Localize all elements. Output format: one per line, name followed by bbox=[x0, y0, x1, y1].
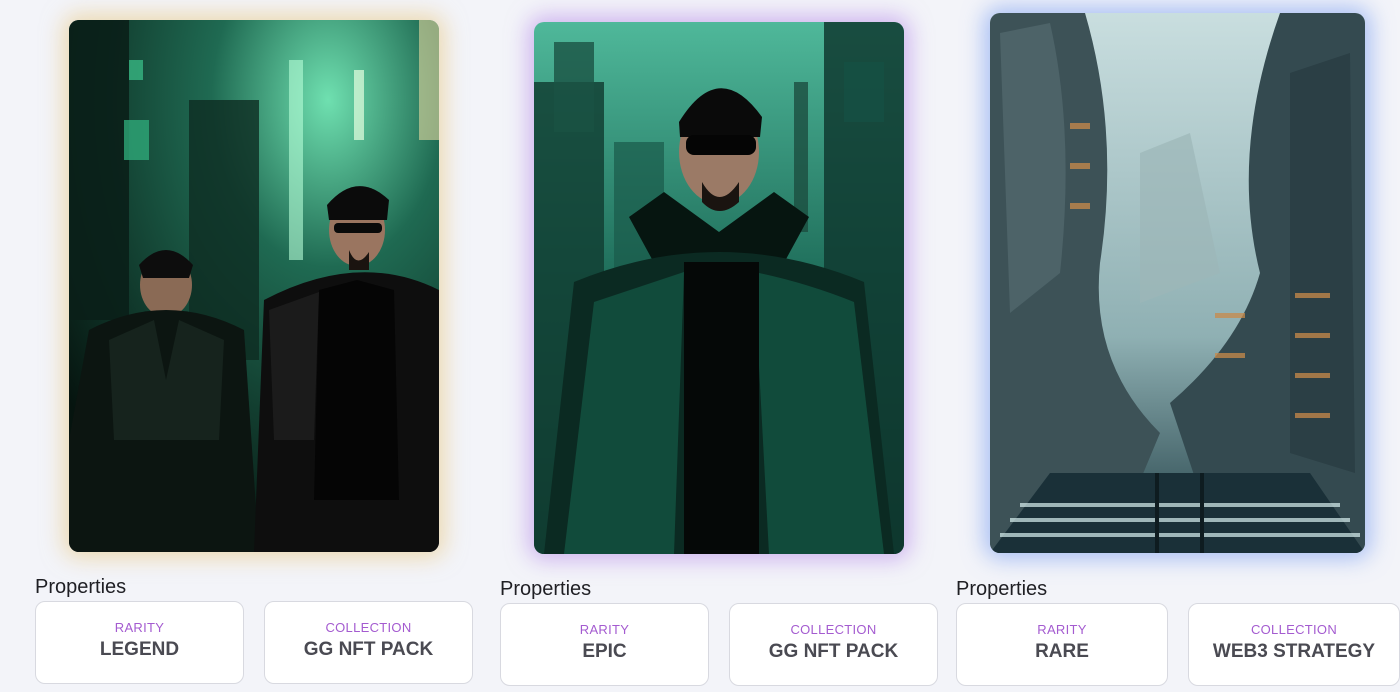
nft-image-rare[interactable] bbox=[990, 13, 1365, 553]
properties-heading: Properties bbox=[500, 578, 592, 600]
property-value: WEB3 STRATEGY bbox=[1212, 641, 1376, 662]
property-rarity: RARITY EPIC bbox=[500, 603, 709, 686]
property-type-label: RARITY bbox=[114, 620, 165, 635]
property-value: RARE bbox=[1035, 641, 1089, 662]
property-collection: COLLECTION WEB3 STRATEGY bbox=[1188, 603, 1400, 686]
property-type-label: RARITY bbox=[1037, 622, 1087, 637]
property-type-label: COLLECTION bbox=[790, 622, 877, 637]
property-value: EPIC bbox=[582, 641, 627, 662]
nft-gallery: Properties RARITY LEGEND COLLECTION GG N… bbox=[0, 0, 1400, 692]
property-rarity: RARITY RARE bbox=[956, 603, 1168, 686]
property-rarity: RARITY LEGEND bbox=[35, 601, 244, 684]
property-collection: COLLECTION GG NFT PACK bbox=[729, 603, 938, 686]
property-type-label: COLLECTION bbox=[325, 620, 412, 635]
property-type-label: RARITY bbox=[579, 622, 630, 637]
nft-image-epic[interactable] bbox=[534, 22, 904, 554]
property-value: LEGEND bbox=[99, 639, 180, 660]
property-value: GG NFT PACK bbox=[303, 639, 434, 660]
property-value: GG NFT PACK bbox=[768, 641, 899, 662]
properties-heading: Properties bbox=[35, 576, 127, 598]
nft-artwork-futuristic-city-icon bbox=[990, 13, 1365, 553]
nft-image-legend[interactable] bbox=[69, 20, 439, 552]
properties-heading: Properties bbox=[956, 578, 1048, 600]
property-collection: COLLECTION GG NFT PACK bbox=[264, 601, 473, 684]
nft-artwork-two-men-icon bbox=[69, 20, 439, 552]
property-type-label: COLLECTION bbox=[1250, 622, 1338, 637]
nft-artwork-man-trenchcoat-icon bbox=[534, 22, 904, 554]
